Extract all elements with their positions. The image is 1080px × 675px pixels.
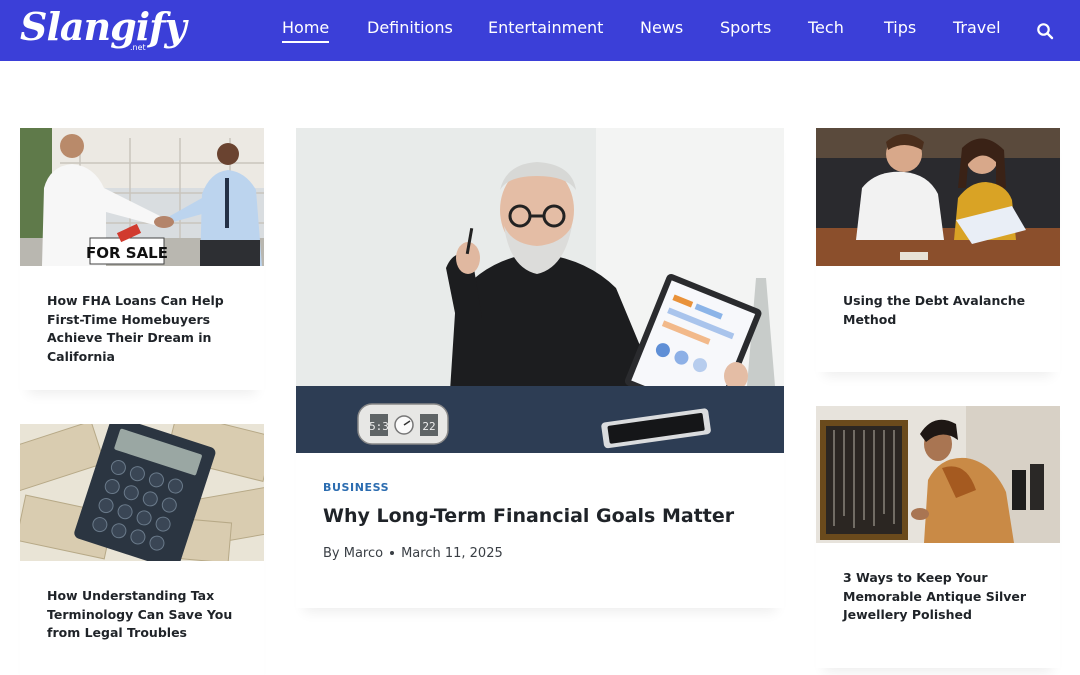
nav-item-definitions[interactable]: Definitions [367, 18, 453, 37]
meta-separator [390, 550, 395, 555]
post-card-fha-loans[interactable]: FOR SALE How FHA Loans Can Help First-Ti… [20, 128, 264, 390]
post-thumbnail-handshake[interactable]: FOR SALE [20, 128, 264, 266]
sign-text: FOR SALE [86, 244, 168, 262]
nav-item-tips[interactable]: Tips [884, 18, 916, 37]
post-card-feature[interactable]: 5:3 22 BUSINESS Why Long-Term Financial … [296, 128, 784, 608]
clock-digits-right: 22 [422, 420, 435, 433]
nav-item-home[interactable]: Home [282, 18, 330, 43]
nav-item-news[interactable]: News [640, 18, 683, 37]
post-author[interactable]: By Marco [323, 546, 383, 561]
site-header: Slangify .net Home Definitions Entertain… [0, 0, 1080, 61]
post-thumbnail-jewellery[interactable] [816, 406, 1060, 543]
search-icon[interactable] [1036, 22, 1054, 40]
post-card-tax-terminology[interactable]: How Understanding Tax Terminology Can Sa… [20, 424, 264, 675]
nav-item-sports[interactable]: Sports [720, 18, 771, 37]
post-title[interactable]: How Understanding Tax Terminology Can Sa… [47, 587, 247, 643]
businessman-image: 5:3 22 [296, 128, 784, 453]
post-title[interactable]: 3 Ways to Keep Your Memorable Antique Si… [843, 569, 1043, 625]
nav-item-entertainment[interactable]: Entertainment [488, 18, 603, 37]
couple-paperwork-image [816, 128, 1060, 266]
nav-item-travel[interactable]: Travel [953, 18, 1001, 37]
post-thumbnail-calculator[interactable] [20, 424, 264, 561]
post-title[interactable]: Using the Debt Avalanche Method [843, 292, 1043, 329]
post-card-debt-avalanche[interactable]: Using the Debt Avalanche Method [816, 128, 1060, 372]
post-date: March 11, 2025 [401, 546, 503, 561]
handshake-image: FOR SALE [20, 128, 264, 266]
clock-digits-left: 5:3 [369, 420, 389, 433]
post-category[interactable]: BUSINESS [323, 481, 389, 494]
post-title[interactable]: Why Long-Term Financial Goals Matter [323, 505, 734, 527]
site-logo[interactable]: Slangify [20, 4, 187, 49]
post-meta: By Marco March 11, 2025 [323, 546, 503, 561]
post-card-silver-jewellery[interactable]: 3 Ways to Keep Your Memorable Antique Si… [816, 406, 1060, 668]
post-thumbnail-couple[interactable] [816, 128, 1060, 266]
nav-item-tech[interactable]: Tech [808, 18, 844, 37]
jewellery-shop-image [816, 406, 1060, 543]
site-logo-suffix: .net [130, 43, 146, 52]
post-thumbnail-feature[interactable]: 5:3 22 [296, 128, 784, 453]
post-title[interactable]: How FHA Loans Can Help First-Time Homebu… [47, 292, 247, 366]
calculator-money-image [20, 424, 264, 561]
